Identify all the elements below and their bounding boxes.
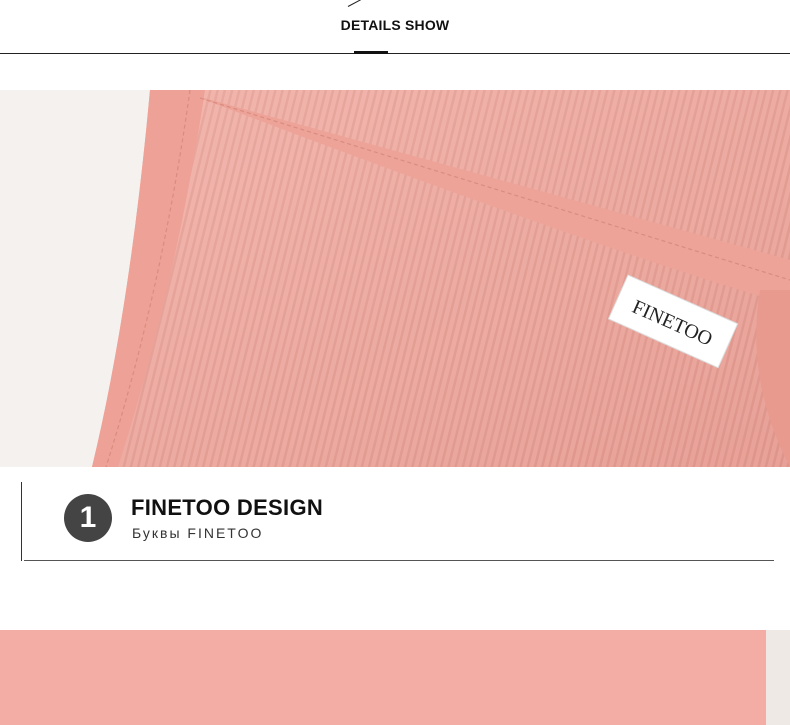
feature-left-bar [21, 482, 22, 561]
product-detail-photo-2 [0, 630, 790, 725]
feature-block: 1 FINETOO DESIGN Буквы FINETOO [0, 467, 790, 597]
feature-subtitle: Буквы FINETOO [132, 525, 264, 541]
section-header: DETAILS SHOW [0, 0, 790, 55]
product-detail-photo: FINETOO [0, 90, 790, 467]
feature-divider [24, 560, 774, 561]
section-title: DETAILS SHOW [340, 17, 450, 33]
feature-title: FINETOO DESIGN [131, 495, 324, 520]
header-divider [0, 53, 790, 54]
header-divider-accent [354, 51, 388, 54]
feature-number-badge: 1 [64, 494, 112, 542]
header-decoration [347, 0, 366, 7]
